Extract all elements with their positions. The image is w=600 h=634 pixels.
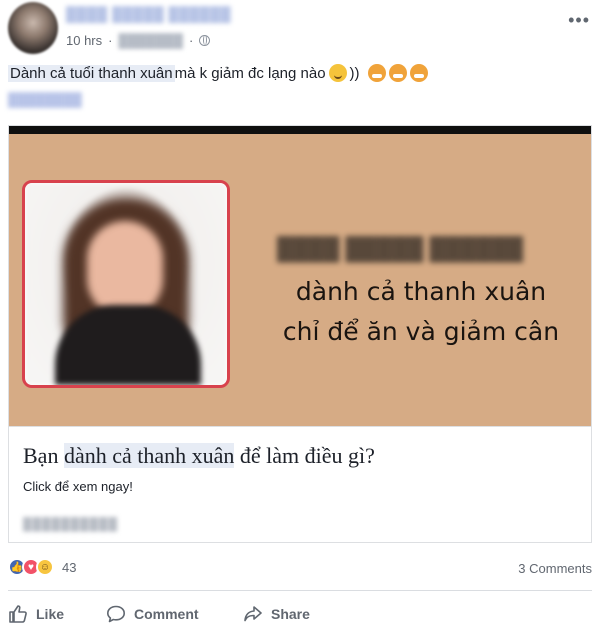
angry-emoji-icon	[367, 64, 386, 82]
post-timestamp[interactable]: 10 hrs	[66, 33, 102, 48]
globe-icon[interactable]	[199, 35, 211, 46]
thumbs-up-icon	[9, 605, 27, 623]
post-text-rest: mà k giảm đc lạng nào	[174, 64, 326, 82]
reaction-count[interactable]: 43	[62, 560, 76, 575]
angry-emoji-icon	[388, 64, 407, 82]
photo-face	[87, 221, 163, 317]
post-text-after-emoji: ))	[349, 64, 360, 82]
post-text-highlight[interactable]: Dành cả tuổi thanh xuân	[8, 64, 175, 82]
divider	[8, 590, 592, 591]
profile-photo-frame	[22, 180, 230, 388]
card-domain-redacted: ██████████	[23, 517, 119, 531]
card-image[interactable]: ████ █████ ██████ dành cả thanh xuân chỉ…	[9, 134, 591, 426]
more-icon[interactable]: •••	[568, 10, 590, 31]
card-name-redacted: ████ █████ ██████	[277, 236, 524, 261]
share-button[interactable]: Share	[243, 604, 310, 624]
comment-button[interactable]: Comment	[106, 604, 199, 624]
share-icon	[244, 606, 262, 622]
post-actions: Like Comment Share	[0, 598, 600, 630]
tagged-person-redacted[interactable]: ████████	[8, 92, 82, 107]
like-label: Like	[36, 606, 65, 622]
share-label: Share	[271, 606, 310, 622]
card-body[interactable]: Bạn dành cả thanh xuân để làm điều gì? C…	[9, 426, 591, 542]
post-location-redacted: ███████	[118, 33, 183, 48]
link-preview-card[interactable]: ████ █████ ██████ dành cả thanh xuân chỉ…	[8, 125, 592, 543]
card-title[interactable]: Bạn dành cả thanh xuân để làm điều gì?	[23, 443, 375, 469]
card-headline-line1: dành cả thanh xuân	[295, 277, 547, 306]
comment-label: Comment	[134, 606, 199, 622]
like-button[interactable]: Like	[8, 604, 64, 624]
author-avatar[interactable]	[8, 2, 58, 54]
comment-icon	[107, 605, 125, 623]
card-title-before: Bạn	[23, 443, 64, 468]
card-description: Click để xem ngay!	[23, 479, 133, 494]
card-title-after: để làm điều gì?	[234, 443, 375, 468]
post-meta: 10 hrs · ███████ ·	[66, 33, 211, 48]
card-headline-line2: chỉ để ăn và giảm cân	[282, 317, 560, 346]
comments-count[interactable]: 3 Comments	[518, 561, 592, 576]
post-header: ████ █████ ██████ 10 hrs · ███████ · •••	[0, 0, 600, 60]
reactions-summary[interactable]: 👍 ♥ ☺ 43	[8, 558, 76, 576]
card-headline: dành cả thanh xuân chỉ để ăn và giảm cân	[261, 272, 581, 352]
card-title-highlight: dành cả thanh xuân	[63, 443, 235, 468]
post-text: Dành cả tuổi thanh xuân mà k giảm đc lạn…	[8, 64, 428, 82]
angry-emoji-icon	[409, 64, 428, 82]
haha-reaction-icon: ☺	[36, 558, 54, 576]
smile-emoji-icon	[328, 64, 347, 82]
author-name-redacted[interactable]: ████ █████ ██████	[66, 6, 231, 22]
card-top-bar	[9, 126, 591, 134]
